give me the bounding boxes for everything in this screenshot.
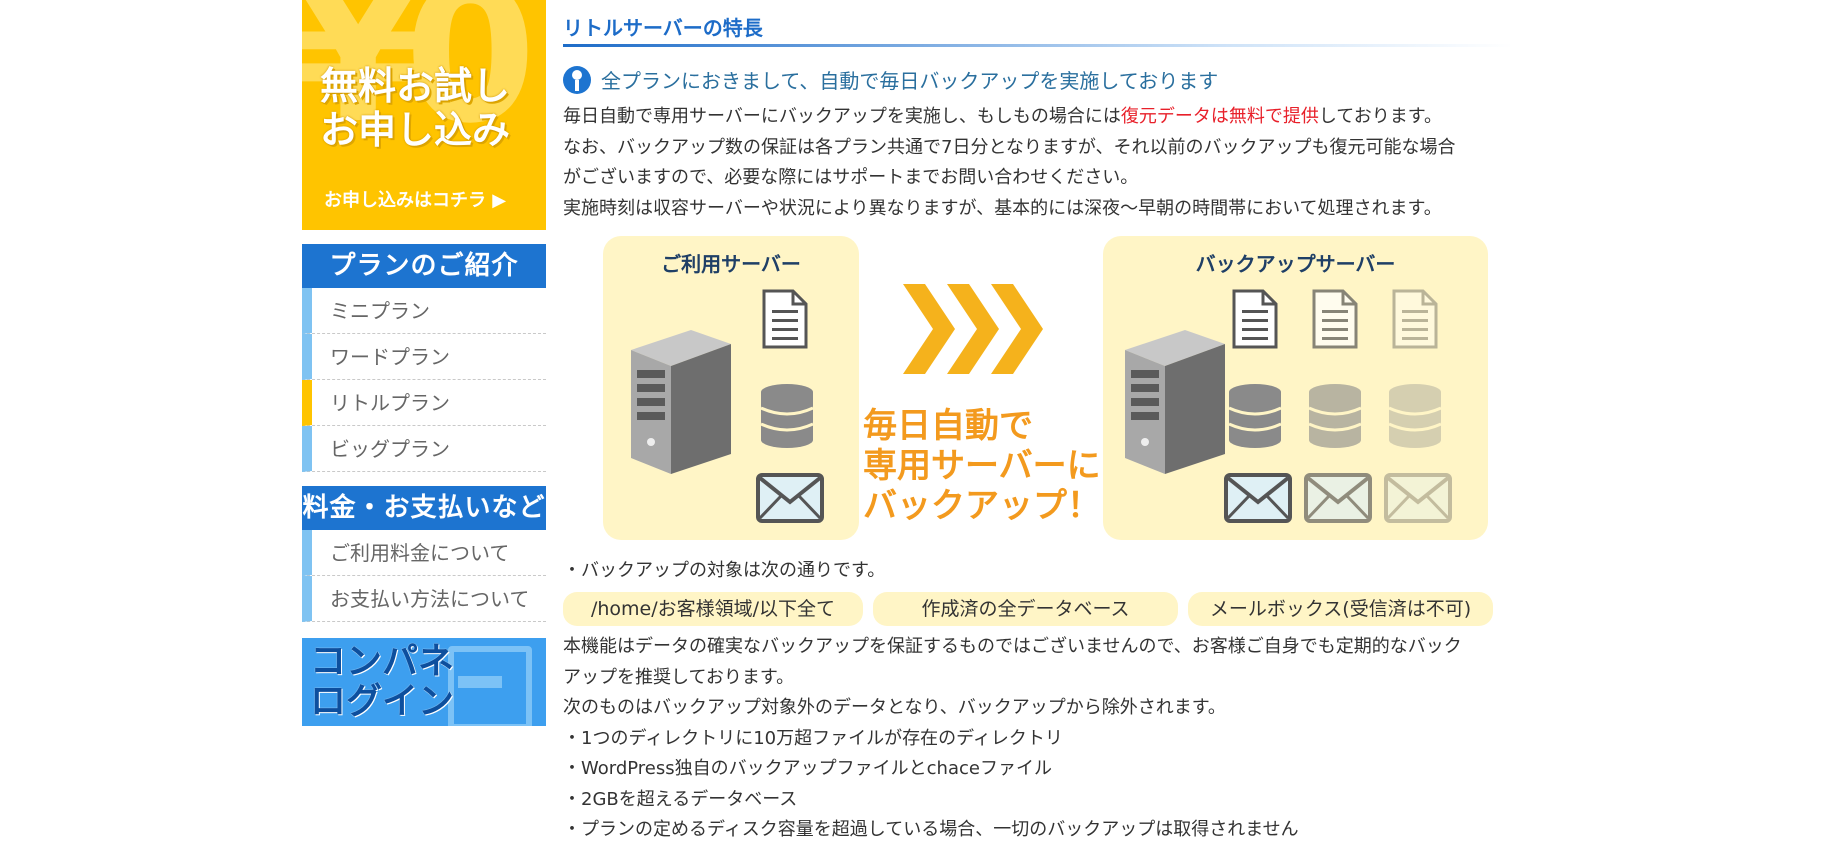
sidebar-item-word-plan[interactable]: ワードプラン <box>302 334 546 380</box>
free-restore-highlight: 復元データは無料で提供 <box>1120 106 1319 127</box>
backup-targets-intro: ・バックアップの対象は次の通りです。 <box>563 560 886 581</box>
backup-diagram: ご利用サーバー 毎日自動で 専用サーバーに バックアップ！ バックアップサーバー <box>563 236 1513 546</box>
pricing-heading: 料金・お支払いなど <box>302 486 546 530</box>
free-trial-banner[interactable]: ¥0 無料お試し お申し込み お申し込みはコチラ ▶ <box>302 0 546 230</box>
plans-list: ミニプラン ワードプラン リトルプラン ビッグプラン <box>302 288 546 472</box>
backup-server-title: バックアップサーバー <box>1195 252 1396 276</box>
lead-line: 実施時刻は収容サーバーや状況により異なりますが、基本的には深夜～早朝の時間帯にお… <box>563 197 1442 219</box>
sidebar-item-big-plan[interactable]: ビッグプラン <box>302 426 546 472</box>
info-icon <box>563 65 591 94</box>
target-tag-home: /home/お客様領域/以下全て <box>563 592 863 626</box>
notes: 本機能はデータの確実なバックアップを保証するものではございませんので、お客様ご自… <box>563 632 1513 846</box>
chevron-arrows-icon <box>903 284 1043 374</box>
document-icon <box>1392 289 1438 349</box>
trial-banner-link[interactable]: お申し込みはコチラ ▶ <box>324 186 506 212</box>
pricing-list: ご利用料金について お支払い方法について <box>302 530 546 622</box>
main-content: リトルサーバーの特長 全プランにおきまして、自動で毎日バックアップを実施しており… <box>563 0 1513 846</box>
user-server-title: ご利用サーバー <box>661 252 801 276</box>
server-icon <box>631 330 731 474</box>
sidebar: ¥0 無料お試し お申し込み お申し込みはコチラ ▶ プランのご紹介 ミニプラン… <box>302 0 546 726</box>
sidebar-item-mini-plan[interactable]: ミニプラン <box>302 288 546 334</box>
diagram-message: 毎日自動で 専用サーバーに バックアップ！ <box>863 406 1101 526</box>
sidebar-item-little-plan[interactable]: リトルプラン <box>302 380 546 426</box>
user-server-box: ご利用サーバー <box>603 236 859 540</box>
backup-server-box: バックアップサーバー <box>1103 236 1488 540</box>
database-icon <box>760 384 814 448</box>
lead-line: なお、バックアップ数の保証は各プラン共通で7日分となりますが、それ以前のバックア… <box>563 136 1456 158</box>
login-banner-text: コンパネ ログイン <box>310 641 455 722</box>
mail-icon <box>756 473 824 523</box>
sidebar-item-payment-methods[interactable]: お支払い方法について <box>302 576 546 622</box>
note-line: 本機能はデータの確実なバックアップを保証するものではございませんので、お客様ご自… <box>563 636 1462 657</box>
backup-targets: /home/お客様領域/以下全て 作成済の全データベース メールボックス(受信済… <box>563 592 1513 626</box>
plans-heading: プランのご紹介 <box>302 244 546 288</box>
note-line: 次のものはバックアップ対象外のデータとなり、バックアップから除外されます。 <box>563 697 1226 718</box>
document-icon <box>1232 289 1278 349</box>
database-icon <box>1308 384 1362 448</box>
section-title: リトルサーバーの特長 <box>563 12 1513 47</box>
login-arrow-icon <box>458 676 502 688</box>
database-icon <box>1388 384 1442 448</box>
exclusion-item: ・プランの定めるディスク容量を超過している場合、一切のバックアップは取得されませ… <box>563 819 1299 840</box>
feature-heading-text: 全プランにおきまして、自動で毎日バックアップを実施しております <box>601 69 1219 93</box>
control-panel-login-banner[interactable]: コンパネ ログイン <box>302 638 546 726</box>
backup-server-icon <box>1125 330 1225 474</box>
lead-paragraph: 毎日自動で専用サーバーにバックアップを実施し、もしもの場合には復元データは無料で… <box>563 102 1513 224</box>
feature-heading: 全プランにおきまして、自動で毎日バックアップを実施しております <box>563 65 1513 94</box>
mail-icon <box>1224 473 1292 523</box>
target-tag-databases: 作成済の全データベース <box>873 592 1178 626</box>
lead-line: 毎日自動で専用サーバーにバックアップを実施し、もしもの場合には復元データは無料で… <box>563 106 1442 127</box>
target-tag-mailbox: メールボックス(受信済は不可) <box>1188 592 1493 626</box>
mail-icon <box>1304 473 1372 523</box>
exclusion-item: ・WordPress独自のバックアップファイルとchaceファイル <box>563 758 1052 779</box>
exclusion-item: ・2GBを超えるデータベース <box>563 788 798 810</box>
exclusion-item: ・1つのディレクトリに10万超ファイルが存在のディレクトリ <box>563 727 1063 749</box>
mail-icon <box>1384 473 1452 523</box>
document-icon <box>762 289 808 349</box>
sidebar-item-fees[interactable]: ご利用料金について <box>302 530 546 576</box>
database-icon <box>1228 384 1282 448</box>
trial-banner-title: 無料お試し お申し込み <box>320 64 511 152</box>
note-line: アップを推奨しております。 <box>563 666 795 688</box>
lead-line: がございますので、必要な際にはサポートまでお問い合わせください。 <box>563 167 1139 188</box>
document-icon <box>1312 289 1358 349</box>
